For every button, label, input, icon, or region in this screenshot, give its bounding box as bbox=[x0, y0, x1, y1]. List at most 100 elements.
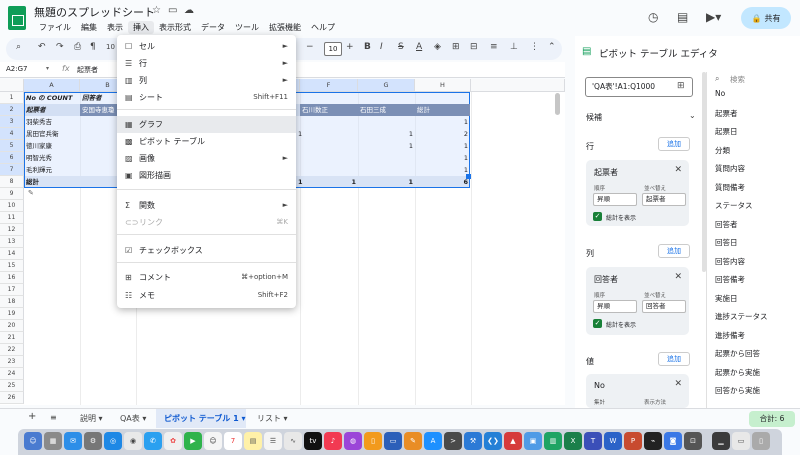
increase-font-size-icon[interactable]: + bbox=[346, 42, 354, 52]
horizontal-align-icon[interactable]: ≡ bbox=[490, 42, 498, 52]
activity-monitor-icon[interactable]: ⌁ bbox=[644, 432, 662, 450]
reminders-icon[interactable]: ☰ bbox=[264, 432, 282, 450]
podcasts-icon[interactable]: ◍ bbox=[344, 432, 362, 450]
row-header[interactable]: 13 bbox=[0, 236, 24, 248]
vertical-scrollbar[interactable] bbox=[555, 93, 560, 115]
row-header[interactable]: 4 bbox=[0, 128, 24, 140]
row-header[interactable]: 17 bbox=[0, 284, 24, 296]
sheet-tab-list[interactable]: リスト ▾ bbox=[257, 413, 288, 424]
star-icon[interactable]: ☆ bbox=[152, 5, 161, 16]
add-column-button[interactable]: 追加 bbox=[658, 244, 690, 258]
menu-file[interactable]: ファイル bbox=[34, 21, 76, 34]
remove-column-field-icon[interactable]: ✕ bbox=[674, 272, 682, 282]
menu-item-note[interactable]: ☷ メモ Shift+F2 bbox=[117, 287, 296, 304]
show-totals-checkbox[interactable]: ✓ bbox=[593, 319, 602, 328]
app-store-icon[interactable]: A bbox=[424, 432, 442, 450]
name-box-dropdown-icon[interactable]: ▾ bbox=[46, 65, 49, 72]
word-icon[interactable]: W bbox=[604, 432, 622, 450]
menu-item-image[interactable]: ▨ 画像 ► bbox=[117, 150, 296, 167]
teams-icon[interactable]: T bbox=[584, 432, 602, 450]
field-item[interactable]: 実施日 bbox=[715, 293, 738, 304]
row-header[interactable]: 14 bbox=[0, 248, 24, 260]
column-header-h[interactable]: H bbox=[415, 79, 471, 92]
finder-icon[interactable]: ☺ bbox=[24, 432, 42, 450]
paint-format-icon[interactable]: ¶ bbox=[90, 42, 96, 52]
menu-edit[interactable]: 編集 bbox=[76, 21, 102, 34]
column-header-f[interactable]: F bbox=[300, 79, 358, 92]
field-item[interactable]: No bbox=[715, 89, 725, 98]
numbers-icon[interactable]: ▥ bbox=[544, 432, 562, 450]
cell-h3[interactable]: 1 bbox=[415, 116, 470, 128]
excel-icon[interactable]: X bbox=[564, 432, 582, 450]
italic-icon[interactable]: I bbox=[380, 42, 383, 52]
freeform-icon[interactable]: ∿ bbox=[284, 432, 302, 450]
formula-input[interactable]: 起票者 bbox=[77, 65, 98, 75]
menu-data[interactable]: データ bbox=[196, 21, 230, 34]
acrobat-icon[interactable]: ▲ bbox=[504, 432, 522, 450]
pages-icon[interactable]: ✎ bbox=[404, 432, 422, 450]
order-select[interactable]: 昇順 bbox=[593, 300, 637, 313]
books-icon[interactable]: ▯ bbox=[364, 432, 382, 450]
field-item[interactable]: 進捗備考 bbox=[715, 330, 745, 341]
move-folder-icon[interactable]: ▭ bbox=[168, 5, 177, 16]
stocks-icon[interactable]: ▁ bbox=[712, 432, 730, 450]
cell-a3[interactable]: 羽柴秀吉 bbox=[24, 116, 80, 128]
add-value-button[interactable]: 追加 bbox=[658, 352, 690, 366]
cell-a6[interactable]: 明智光秀 bbox=[24, 152, 80, 164]
photos-icon[interactable]: ✿ bbox=[164, 432, 182, 450]
menu-help[interactable]: ヘルプ bbox=[306, 21, 340, 34]
row-header[interactable]: 8 bbox=[0, 176, 24, 188]
font-size-input[interactable]: 10 bbox=[324, 42, 342, 56]
cell-g2[interactable]: 石田三成 bbox=[358, 104, 415, 116]
more-tools-icon[interactable]: ⋮ bbox=[530, 42, 539, 52]
history-icon[interactable]: ◷ bbox=[648, 10, 658, 24]
sheet-tab-description[interactable]: 説明 ▾ bbox=[80, 413, 103, 424]
edit-pivot-pencil-icon[interactable]: ✎ bbox=[28, 189, 34, 197]
share-button[interactable]: 🔒 共有 bbox=[741, 7, 791, 29]
menu-item-pivot-table[interactable]: ▩ ピボット テーブル bbox=[117, 133, 296, 150]
zoom-select[interactable]: 10 bbox=[106, 43, 115, 51]
zoom-icon[interactable]: ◙ bbox=[664, 432, 682, 450]
remove-row-field-icon[interactable]: ✕ bbox=[674, 165, 682, 175]
row-header[interactable]: 23 bbox=[0, 356, 24, 368]
strikethrough-icon[interactable]: S bbox=[398, 42, 404, 52]
sheets-logo-icon[interactable] bbox=[8, 6, 26, 30]
menu-item-column[interactable]: ▥ 列 ► bbox=[117, 72, 296, 89]
field-item[interactable]: 進捗ステータス bbox=[715, 311, 768, 322]
music-icon[interactable]: ♪ bbox=[324, 432, 342, 450]
field-item[interactable]: ステータス bbox=[715, 200, 753, 211]
search-menus-icon[interactable]: ⌕ bbox=[16, 42, 21, 52]
menu-item-chart[interactable]: ▦ グラフ bbox=[117, 116, 296, 133]
name-box[interactable]: A2:G7 bbox=[6, 65, 27, 73]
calendar-icon[interactable]: 7 bbox=[224, 432, 242, 450]
apple-tv-icon[interactable]: tv bbox=[304, 432, 322, 450]
contacts-icon[interactable]: ☺ bbox=[204, 432, 222, 450]
select-all-corner[interactable] bbox=[0, 79, 24, 92]
row-header[interactable]: 10 bbox=[0, 200, 24, 212]
column-header-g[interactable]: G bbox=[358, 79, 415, 92]
column-header-a[interactable]: A bbox=[24, 79, 80, 92]
cell-h6[interactable]: 1 bbox=[415, 152, 470, 164]
cell-a1[interactable]: No の COUNT bbox=[24, 92, 80, 104]
remove-value-field-icon[interactable]: ✕ bbox=[674, 379, 682, 389]
row-header[interactable]: 15 bbox=[0, 260, 24, 272]
field-item[interactable]: 分類 bbox=[715, 145, 730, 156]
field-item[interactable]: 回答者 bbox=[715, 219, 738, 230]
sheet-tab-qa[interactable]: QA表 ▾ bbox=[120, 413, 146, 424]
comments-icon[interactable]: ▤ bbox=[677, 10, 688, 24]
messages-icon[interactable]: ✆ bbox=[144, 432, 162, 450]
row-header[interactable]: 6 bbox=[0, 152, 24, 164]
menu-item-cell[interactable]: ☐ セル ► bbox=[117, 38, 296, 55]
chrome-icon[interactable]: ◉ bbox=[124, 432, 142, 450]
menu-view[interactable]: 表示 bbox=[102, 21, 128, 34]
menu-item-drawing[interactable]: ▣ 図形描画 bbox=[117, 167, 296, 184]
borders-icon[interactable]: ⊞ bbox=[452, 42, 460, 52]
menu-item-comment[interactable]: ⊞ コメント ⌘+option+M bbox=[117, 269, 296, 286]
keynote-icon[interactable]: ▭ bbox=[384, 432, 402, 450]
menu-item-function[interactable]: Σ 関数 ► bbox=[117, 197, 296, 214]
screenshot-icon[interactable]: ⊡ bbox=[684, 432, 702, 450]
cell-a2[interactable]: 起票者 bbox=[24, 104, 80, 116]
row-header[interactable]: 2 bbox=[0, 104, 24, 116]
text-color-icon[interactable]: A bbox=[416, 42, 422, 52]
field-item[interactable]: 質問備考 bbox=[715, 182, 745, 193]
